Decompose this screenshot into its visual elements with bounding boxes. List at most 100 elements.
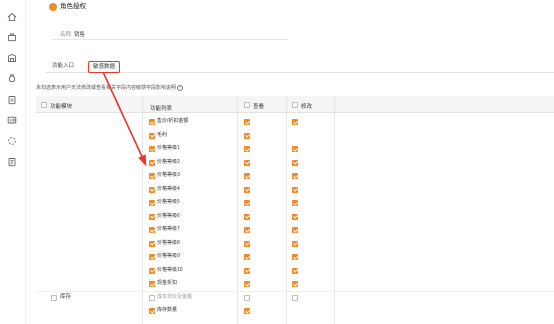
edit-checkbox[interactable]	[292, 240, 298, 247]
edit-checkbox[interactable]	[292, 146, 298, 152]
view-checkbox[interactable]	[244, 308, 250, 314]
field-select-checkbox[interactable]	[149, 281, 155, 287]
column-header-list: 功能列表	[150, 106, 173, 112]
file-icon[interactable]	[7, 157, 17, 167]
edit-checkbox[interactable]	[292, 213, 298, 220]
field-label: 毛利	[157, 131, 168, 138]
table-row: 价格等级10	[36, 264, 554, 278]
field-label: 价格等级8	[157, 239, 180, 246]
role-title-icon	[49, 3, 57, 11]
view-select-all-checkbox[interactable]	[244, 102, 250, 108]
tab-sensitive-data[interactable]: 敏感数据	[88, 61, 121, 73]
field-label: 价格等级9	[157, 253, 180, 259]
table-row: 价格等级9	[36, 250, 554, 264]
module-checkbox[interactable]	[51, 294, 57, 301]
table-row: 价格等级1	[36, 142, 554, 156]
edit-checkbox[interactable]	[292, 186, 298, 193]
view-checkbox[interactable]	[244, 240, 250, 247]
permission-table: 功能模块 功能列表 查看 修改 售价/折扣金额 毛利 价格等级1 价格等级2 价格等级3…	[36, 96, 554, 324]
edit-checkbox[interactable]	[292, 159, 298, 166]
view-checkbox[interactable]	[244, 159, 250, 166]
edit-select-all-checkbox[interactable]	[292, 102, 298, 108]
building-icon[interactable]	[7, 53, 17, 63]
edit-checkbox[interactable]	[292, 119, 298, 125]
field-select-checkbox[interactable]	[149, 146, 155, 152]
field-select-checkbox[interactable]	[149, 254, 155, 260]
table-row: 库存数量	[36, 304, 554, 318]
table-row: 价格等级3	[36, 169, 554, 183]
view-checkbox[interactable]	[244, 267, 250, 274]
field-select-checkbox[interactable]	[149, 294, 155, 301]
field-select-checkbox[interactable]	[149, 119, 155, 125]
table-row: 价格等级4	[36, 183, 554, 197]
view-checkbox[interactable]	[244, 200, 250, 206]
module-select-all-checkbox[interactable]	[41, 102, 47, 108]
field-label: 价格等级6	[157, 212, 180, 219]
module-label: 库存	[60, 293, 72, 300]
table-row: 价格等级2	[36, 156, 554, 170]
edit-checkbox[interactable]	[292, 173, 298, 179]
edit-checkbox[interactable]	[292, 200, 298, 206]
view-checkbox[interactable]	[244, 146, 250, 152]
edit-checkbox[interactable]	[292, 267, 298, 274]
table-row: 售价/折扣金额	[36, 115, 554, 129]
loading-icon[interactable]	[7, 136, 17, 146]
field-select-checkbox[interactable]	[149, 200, 155, 206]
field-label: 价格等级4	[157, 185, 180, 192]
hint-label: 未勾选表示用户无法修改或查看相关字段内容敏感字段影响说明	[36, 85, 177, 91]
field-select-checkbox[interactable]	[149, 173, 155, 179]
edit-checkbox[interactable]	[292, 281, 298, 287]
field-select-checkbox[interactable]	[149, 308, 155, 314]
edit-checkbox[interactable]	[292, 254, 298, 260]
name-field[interactable]: 名称 销售	[52, 28, 288, 40]
column-header-edit: 修改	[301, 104, 313, 110]
view-checkbox[interactable]	[244, 132, 250, 139]
field-label: 价格等级10	[157, 266, 183, 273]
row-divider	[36, 290, 554, 292]
table-row: 价格等级5	[36, 196, 554, 210]
view-checkbox[interactable]	[244, 119, 250, 125]
table-row: 现金折扣	[36, 277, 554, 291]
table-row: 毛利	[36, 129, 554, 143]
edit-checkbox[interactable]	[292, 227, 298, 233]
field-select-checkbox[interactable]	[149, 267, 155, 274]
field-select-checkbox[interactable]	[149, 227, 155, 233]
table-row: 价格等级6	[36, 210, 554, 224]
table-row: 价格等级8	[36, 237, 554, 251]
column-header-view: 查看	[253, 104, 265, 110]
name-value: 销售	[74, 32, 86, 38]
tab-function-entry[interactable]: 功能入口	[52, 62, 74, 70]
view-checkbox[interactable]	[244, 173, 250, 179]
field-select-checkbox[interactable]	[149, 132, 155, 139]
field-select-checkbox[interactable]	[149, 186, 155, 193]
home-icon[interactable]	[7, 12, 17, 22]
id-card-icon[interactable]	[7, 115, 17, 125]
field-label: 价格等级3	[157, 172, 180, 178]
field-label: 价格等级2	[157, 158, 180, 165]
field-label: 现金折扣	[157, 280, 178, 286]
view-checkbox[interactable]	[244, 254, 250, 260]
help-icon[interactable]: ?	[177, 84, 184, 91]
field-label: 库存数量	[157, 307, 178, 313]
field-select-checkbox[interactable]	[149, 159, 155, 166]
hint-text: 未勾选表示用户无法修改或查看相关字段内容敏感字段影响说明?	[36, 84, 184, 91]
view-checkbox[interactable]	[244, 227, 250, 233]
shop-icon[interactable]	[7, 32, 17, 42]
edit-checkbox[interactable]	[292, 294, 298, 301]
field-label: 价格等级5	[157, 199, 180, 205]
left-nav-rail	[0, 0, 26, 324]
field-label: 成本单价及金额	[157, 293, 193, 300]
page-title: 角色授权	[60, 3, 86, 10]
money-bag-icon[interactable]	[7, 73, 17, 83]
view-checkbox[interactable]	[244, 281, 250, 287]
field-select-checkbox[interactable]	[149, 213, 155, 220]
view-checkbox[interactable]	[244, 213, 250, 220]
field-select-checkbox[interactable]	[149, 240, 155, 247]
table-row: 价格等级7	[36, 223, 554, 237]
table-row: 库存 成本单价及金额	[36, 290, 554, 305]
view-checkbox[interactable]	[244, 186, 250, 193]
tab-bar: 功能入口 敏感数据	[46, 60, 554, 73]
field-label: 价格等级7	[157, 226, 180, 232]
document-icon[interactable]	[7, 95, 17, 105]
view-checkbox[interactable]	[244, 294, 250, 301]
